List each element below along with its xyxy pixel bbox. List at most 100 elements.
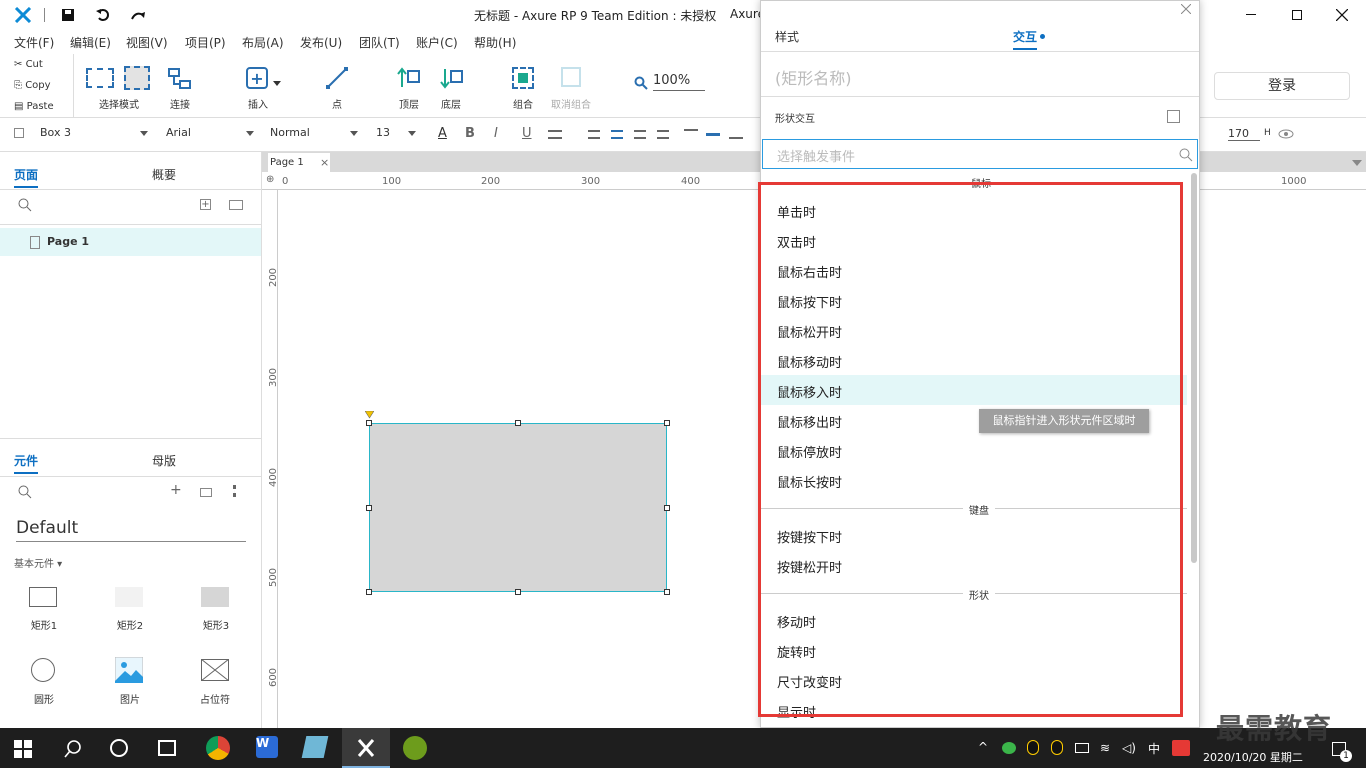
menu-file[interactable]: 文件(F) bbox=[14, 34, 54, 51]
expand-icon[interactable] bbox=[1167, 110, 1180, 123]
insert-icon[interactable]: + bbox=[246, 67, 268, 89]
menu-team[interactable]: 团队(T) bbox=[359, 34, 400, 51]
widget-box3-icon[interactable] bbox=[201, 587, 229, 607]
more-icon[interactable] bbox=[233, 485, 236, 497]
align-right-icon[interactable] bbox=[634, 130, 646, 139]
tab-page1[interactable]: Page 1 × bbox=[268, 153, 330, 172]
tab-interaction[interactable]: 交互 bbox=[1013, 28, 1037, 45]
resize-handle[interactable] bbox=[366, 420, 372, 426]
font-color-icon[interactable]: A bbox=[438, 126, 447, 141]
eye-icon[interactable] bbox=[1278, 129, 1294, 139]
ime-indicator[interactable]: 中 bbox=[1148, 740, 1160, 757]
tab-pages[interactable]: 页面 bbox=[14, 166, 39, 188]
menu-project[interactable]: 项目(P) bbox=[185, 34, 226, 51]
resize-handle[interactable] bbox=[515, 420, 521, 426]
page-item-page1[interactable]: Page 1 bbox=[0, 228, 261, 256]
menu-help[interactable]: 帮助(H) bbox=[474, 34, 516, 51]
font-style-select[interactable]: Normal bbox=[270, 126, 358, 139]
wifi-icon[interactable]: ≋ bbox=[1100, 741, 1110, 755]
maximize-icon[interactable] bbox=[1292, 10, 1302, 20]
add-library-icon[interactable]: + bbox=[170, 482, 182, 498]
point-icon[interactable] bbox=[326, 67, 348, 89]
save-icon[interactable] bbox=[62, 9, 74, 21]
add-page-icon[interactable]: + bbox=[200, 199, 211, 210]
volume-icon[interactable]: ◁) bbox=[1122, 741, 1136, 755]
widget-image-icon[interactable] bbox=[115, 657, 143, 683]
resize-handle[interactable] bbox=[515, 589, 521, 595]
qq-icon[interactable] bbox=[1027, 740, 1039, 755]
taskbar-search-icon[interactable] bbox=[64, 740, 88, 764]
library-select[interactable]: Default bbox=[16, 518, 246, 542]
font-size-select[interactable]: 13 bbox=[376, 126, 416, 139]
resize-handle[interactable] bbox=[664, 505, 670, 511]
selected-rectangle[interactable] bbox=[369, 423, 667, 592]
group-icon[interactable] bbox=[512, 67, 534, 89]
notepad-app-icon[interactable] bbox=[301, 736, 329, 758]
send-bottom-icon[interactable] bbox=[440, 67, 464, 89]
event-search-field[interactable]: 选择触发事件 bbox=[762, 139, 1198, 169]
bold-icon[interactable]: B bbox=[465, 126, 475, 141]
menu-layout[interactable]: 布局(A) bbox=[242, 34, 284, 51]
cut-button[interactable]: ✂ Cut bbox=[14, 59, 43, 70]
add-folder-icon[interactable] bbox=[229, 200, 243, 210]
chrome-icon[interactable] bbox=[206, 736, 230, 760]
valign-top-icon[interactable] bbox=[684, 129, 698, 131]
close-panel-icon[interactable] bbox=[1181, 4, 1191, 14]
widget-placeholder-icon[interactable] bbox=[201, 659, 229, 681]
connect-icon[interactable] bbox=[168, 68, 192, 90]
italic-icon[interactable]: I bbox=[494, 126, 498, 141]
bring-top-icon[interactable] bbox=[397, 67, 421, 89]
shape-name-input[interactable]: (矩形名称) bbox=[775, 65, 852, 89]
resize-handle[interactable] bbox=[664, 420, 670, 426]
green-app-icon[interactable] bbox=[403, 736, 427, 760]
login-button[interactable]: 登录 bbox=[1214, 72, 1350, 100]
tab-outline[interactable]: 概要 bbox=[152, 166, 176, 183]
rotation-handle-icon[interactable] bbox=[365, 411, 374, 419]
paste-button[interactable]: ▤ Paste bbox=[14, 101, 54, 112]
resize-handle[interactable] bbox=[366, 505, 372, 511]
list-icon[interactable] bbox=[548, 130, 562, 139]
widget-box1-icon[interactable] bbox=[29, 587, 57, 607]
resize-handle[interactable] bbox=[664, 589, 670, 595]
tab-masters[interactable]: 母版 bbox=[152, 452, 176, 469]
valign-middle-icon[interactable] bbox=[706, 133, 720, 136]
align-left-icon[interactable] bbox=[588, 130, 600, 139]
valign-bottom-icon[interactable] bbox=[729, 137, 743, 139]
close-window-icon[interactable] bbox=[1336, 9, 1348, 21]
library-menu-icon[interactable] bbox=[200, 488, 212, 497]
axure-taskbar-button[interactable] bbox=[342, 728, 390, 768]
close-tab-icon[interactable]: × bbox=[320, 156, 329, 169]
resize-handle[interactable] bbox=[366, 589, 372, 595]
qq-icon[interactable] bbox=[1051, 740, 1063, 755]
search-icon[interactable] bbox=[18, 198, 32, 212]
scrollbar-thumb[interactable] bbox=[1191, 173, 1197, 563]
windows-start-icon[interactable] bbox=[14, 740, 38, 764]
tab-widgets[interactable]: 元件 bbox=[14, 452, 39, 474]
height-input[interactable]: 170 bbox=[1228, 127, 1260, 141]
align-justify-icon[interactable] bbox=[657, 130, 669, 139]
tab-style[interactable]: 样式 bbox=[775, 28, 799, 45]
select-intersect-icon[interactable] bbox=[86, 68, 114, 88]
widget-category[interactable]: 基本元件 ▾ bbox=[14, 555, 62, 570]
menu-view[interactable]: 视图(V) bbox=[126, 34, 168, 51]
battery-icon[interactable] bbox=[1075, 743, 1089, 753]
zoom-input[interactable]: 100% bbox=[653, 73, 705, 91]
cortana-icon[interactable] bbox=[110, 739, 128, 757]
undo-icon[interactable] bbox=[96, 8, 110, 22]
sogou-icon[interactable] bbox=[1172, 740, 1190, 756]
tray-expand-icon[interactable]: ^ bbox=[978, 740, 988, 754]
wps-writer-icon[interactable]: W bbox=[256, 736, 278, 758]
menu-edit[interactable]: 编辑(E) bbox=[70, 34, 111, 51]
widget-circle-icon[interactable] bbox=[31, 658, 55, 682]
widget-box2-icon[interactable] bbox=[115, 587, 143, 607]
underline-icon[interactable]: U bbox=[522, 126, 532, 141]
search-icon[interactable] bbox=[18, 485, 32, 499]
align-center-icon[interactable] bbox=[611, 130, 623, 139]
task-view-icon[interactable] bbox=[158, 740, 176, 756]
tab-menu-icon[interactable] bbox=[1352, 160, 1362, 166]
widget-name-select[interactable]: Box 3 bbox=[40, 126, 148, 139]
copy-button[interactable]: ⎘ Copy bbox=[14, 80, 51, 91]
menu-account[interactable]: 账户(C) bbox=[416, 34, 458, 51]
select-contain-icon[interactable] bbox=[124, 66, 150, 90]
minimize-icon[interactable] bbox=[1246, 14, 1256, 15]
